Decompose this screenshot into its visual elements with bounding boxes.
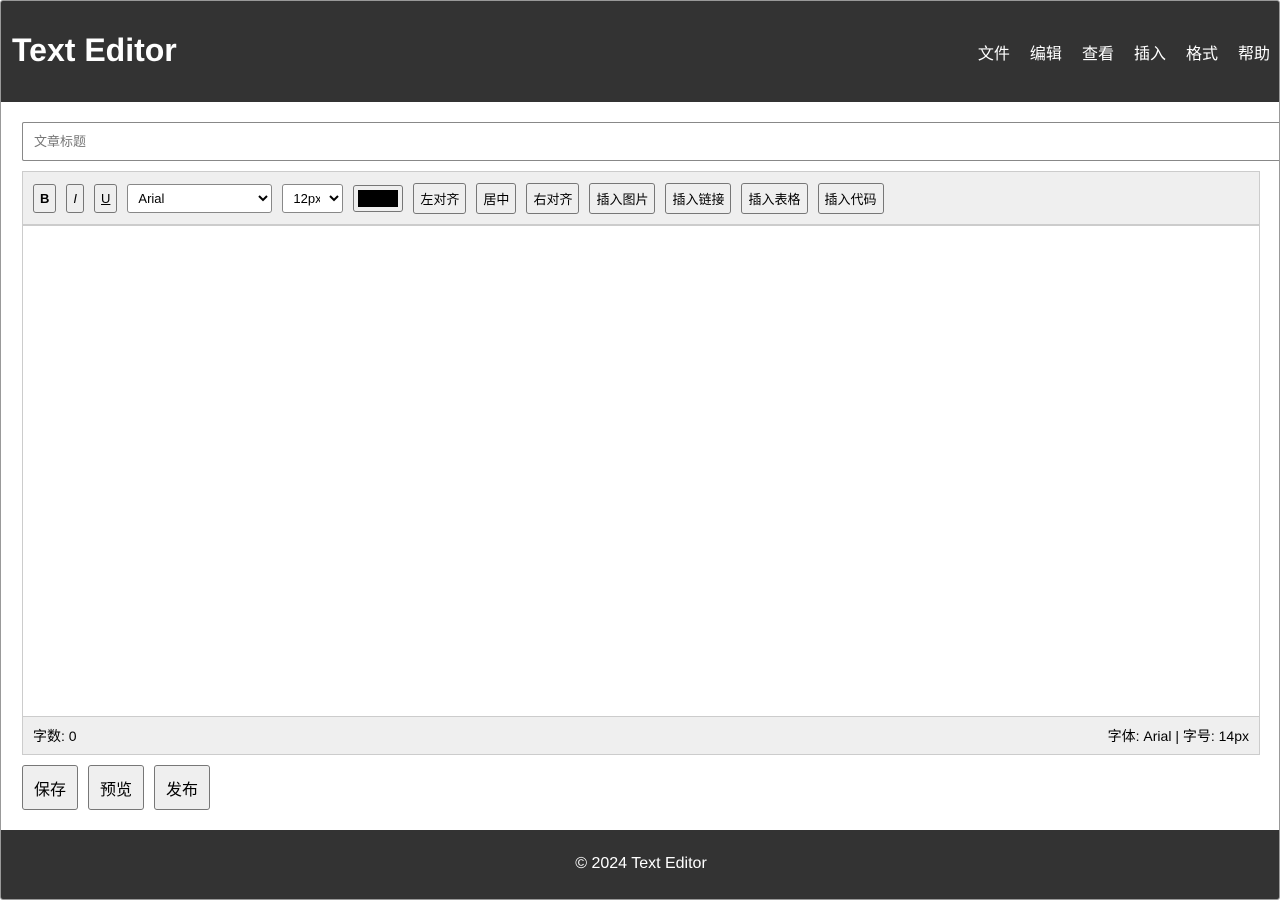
font-size-select[interactable]: 12px xyxy=(282,183,344,213)
align-center-button[interactable]: 居中 xyxy=(476,182,517,214)
word-count: 字数: 0 xyxy=(33,727,77,744)
insert-code-button[interactable]: 插入代码 xyxy=(817,182,884,214)
toolbar: B I U Arial 12px 左对齐 居中 右对齐 插入图片 插入链接 插入… xyxy=(23,172,1259,226)
copyright: © 2024 Text Editor xyxy=(575,855,707,872)
status-bar: 字数: 0 字体: Arial | 字号: 14px xyxy=(23,716,1259,754)
italic-button[interactable]: I xyxy=(66,183,85,213)
app-title: Text Editor xyxy=(12,32,177,68)
menu-edit[interactable]: 编辑 xyxy=(1030,40,1062,64)
insert-link-button[interactable]: 插入链接 xyxy=(665,182,732,214)
editor: B I U Arial 12px 左对齐 居中 右对齐 插入图片 插入链接 插入… xyxy=(22,171,1260,755)
color-picker[interactable] xyxy=(353,184,404,212)
content-area[interactable] xyxy=(23,226,1259,716)
bold-button[interactable]: B xyxy=(33,183,57,213)
preview-button[interactable]: 预览 xyxy=(88,765,144,810)
page: Text Editor 文件 编辑 查看 插入 格式 帮助 B I U Aria… xyxy=(0,0,1280,900)
menu-help[interactable]: 帮助 xyxy=(1238,40,1270,64)
align-right-button[interactable]: 右对齐 xyxy=(526,182,580,214)
action-buttons: 保存 预览 发布 xyxy=(22,765,210,810)
font-select[interactable]: Arial xyxy=(127,183,273,213)
menu-format[interactable]: 格式 xyxy=(1186,40,1218,64)
save-button[interactable]: 保存 xyxy=(22,765,78,810)
align-left-button[interactable]: 左对齐 xyxy=(413,182,467,214)
publish-button[interactable]: 发布 xyxy=(154,765,210,810)
color-swatch xyxy=(358,189,399,207)
insert-table-button[interactable]: 插入表格 xyxy=(741,182,808,214)
main-menu: 文件 编辑 查看 插入 格式 帮助 xyxy=(978,40,1270,64)
menu-view[interactable]: 查看 xyxy=(1082,40,1114,64)
insert-image-button[interactable]: 插入图片 xyxy=(589,182,656,214)
underline-button[interactable]: U xyxy=(94,183,118,213)
app-header: Text Editor 文件 编辑 查看 插入 格式 帮助 xyxy=(1,1,1279,102)
article-title-input[interactable] xyxy=(22,122,1279,161)
footer: © 2024 Text Editor xyxy=(1,830,1279,899)
font-info: 字体: Arial | 字号: 14px xyxy=(1107,727,1249,744)
menu-file[interactable]: 文件 xyxy=(978,40,1010,64)
menu-insert[interactable]: 插入 xyxy=(1134,40,1166,64)
